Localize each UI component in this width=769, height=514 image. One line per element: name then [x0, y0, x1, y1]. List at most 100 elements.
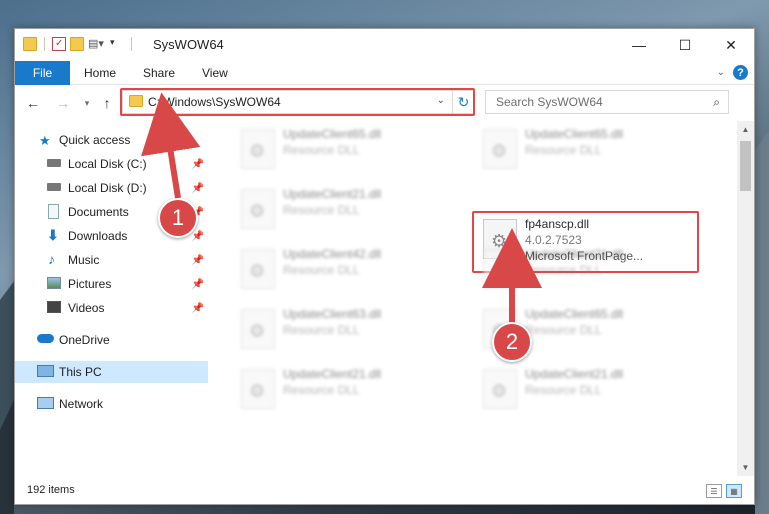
step-2-badge: 2 — [492, 322, 532, 362]
sidebar-item-network[interactable]: Network — [15, 393, 208, 415]
file-type: Resource DLL — [283, 203, 360, 217]
sidebar-item-label: Pictures — [68, 277, 112, 291]
pin-icon[interactable]: 📌 — [192, 279, 204, 290]
ribbon-right-controls: ⌄ ? — [717, 65, 748, 80]
dll-file-icon: ⚙ — [241, 369, 275, 409]
tab-share[interactable]: Share — [143, 61, 175, 85]
sidebar-item-quick-access[interactable]: ★ Quick access — [15, 129, 208, 151]
drive-icon — [47, 183, 61, 191]
scroll-down-icon[interactable]: ▼ — [737, 459, 754, 476]
tab-view[interactable]: View — [202, 61, 228, 85]
dropdown-arrow-icon[interactable]: ▾ — [110, 37, 124, 51]
tiles-view-icon[interactable]: ▦ — [726, 484, 742, 498]
sidebar-item-label: Network — [59, 397, 104, 411]
sidebar-item-label: Videos — [68, 301, 105, 315]
back-arrow-icon[interactable]: ← — [23, 93, 43, 113]
file-item[interactable]: ⚙ UpdateClient42.dll Resource DLL — [235, 245, 455, 295]
toolbar-separator-2 — [131, 37, 132, 51]
file-item[interactable]: ⚙ UpdateClient21.dll Resource DLL — [235, 365, 455, 415]
folder-icon[interactable] — [23, 37, 37, 51]
file-type: Resource DLL — [283, 323, 360, 337]
pin-icon[interactable]: 📌 — [192, 255, 204, 266]
dll-file-icon: ⚙ — [483, 249, 517, 289]
gear-icon: ⚙ — [249, 141, 266, 161]
gear-icon: ⚙ — [491, 261, 508, 281]
expand-ribbon-icon[interactable]: ⌄ — [717, 67, 725, 78]
sidebar-item-music[interactable]: ♪ Music 📌 — [15, 249, 208, 271]
file-name: UpdateClient21.dll — [283, 187, 382, 201]
properties-icon[interactable]: ✓ — [52, 37, 66, 51]
onedrive-icon — [37, 334, 54, 343]
sidebar-item-label: OneDrive — [59, 333, 110, 347]
file-name: UpdateClient65.dll — [525, 127, 624, 141]
customize-icon[interactable]: ▤▾ — [88, 37, 104, 51]
close-button[interactable]: ✕ — [708, 29, 754, 61]
file-item[interactable]: ⚙ UpdateClient21.dll Resource DLL — [477, 245, 697, 295]
view-buttons: ☰ ▦ — [706, 484, 742, 498]
sidebar-item-local-disk-d[interactable]: Local Disk (D:) 📌 — [15, 177, 208, 199]
gear-icon: ⚙ — [249, 201, 266, 221]
sidebar-item-local-disk-c[interactable]: Local Disk (C:) 📌 — [15, 153, 208, 175]
file-item[interactable]: ⚙ UpdateClient21.dll Resource DLL — [477, 365, 697, 415]
details-view-icon[interactable]: ☰ — [706, 484, 722, 498]
quick-access-toolbar: ✓ ▤▾ ▾ — [23, 37, 135, 51]
pictures-icon — [47, 277, 61, 289]
file-type: Resource DLL — [525, 143, 602, 157]
pin-icon[interactable]: 📌 — [192, 303, 204, 314]
dll-file-icon: ⚙ — [241, 249, 275, 289]
navigation-pane: ★ Quick access Local Disk (C:) 📌 Local D… — [15, 121, 208, 476]
vertical-scrollbar[interactable]: ▲ ▼ — [737, 121, 754, 476]
drive-icon — [47, 159, 61, 167]
ribbon-tabs: File Home Share View ⌄ ? — [15, 61, 754, 85]
file-name: UpdateClient21.dll — [525, 247, 624, 261]
search-icon[interactable]: ⌕ — [713, 95, 720, 110]
gear-icon: ⚙ — [491, 141, 508, 161]
sidebar-item-label: This PC — [59, 365, 102, 379]
network-icon — [37, 397, 54, 409]
dll-file-icon: ⚙ — [483, 129, 517, 169]
search-box[interactable]: Search SysWOW64 ⌕ — [485, 90, 729, 114]
file-item[interactable]: ⚙ UpdateClient63.dll Resource DLL — [235, 305, 455, 355]
help-icon[interactable]: ? — [733, 65, 748, 80]
pin-icon[interactable]: 📌 — [192, 231, 204, 242]
file-type: Resource DLL — [525, 383, 602, 397]
sidebar-item-onedrive[interactable]: OneDrive — [15, 329, 208, 351]
new-folder-icon[interactable] — [70, 37, 84, 51]
tab-home[interactable]: Home — [84, 61, 116, 85]
dll-file-icon: ⚙ — [241, 129, 275, 169]
sidebar-item-label: Local Disk (D:) — [68, 181, 147, 195]
sidebar-item-label: Quick access — [59, 133, 131, 147]
recent-locations-icon[interactable]: ▾ — [77, 93, 97, 113]
forward-arrow-icon[interactable]: → — [53, 93, 73, 113]
window-title: SysWOW64 — [153, 37, 224, 52]
scroll-up-icon[interactable]: ▲ — [737, 121, 754, 138]
file-name: UpdateClient21.dll — [283, 367, 382, 381]
downloads-icon: ⬇ — [47, 227, 59, 243]
pin-icon[interactable]: 📌 — [192, 183, 204, 194]
file-item[interactable]: ⚙ UpdateClient65.dll Resource DLL — [235, 125, 455, 175]
toolbar-separator — [44, 37, 45, 51]
pin-icon[interactable]: 📌 — [192, 159, 204, 170]
file-type: Resource DLL — [525, 323, 602, 337]
sidebar-item-videos[interactable]: Videos 📌 — [15, 297, 208, 319]
file-name: UpdateClient42.dll — [283, 247, 382, 261]
minimize-button[interactable]: — — [616, 29, 662, 61]
up-arrow-icon[interactable]: ↑ — [97, 93, 117, 113]
maximize-button[interactable]: ☐ — [662, 29, 708, 61]
search-input[interactable]: Search SysWOW64 — [496, 95, 603, 109]
videos-icon — [47, 301, 61, 313]
sidebar-item-this-pc[interactable]: This PC — [15, 361, 208, 383]
dll-file-icon: ⚙ — [241, 189, 275, 229]
gear-icon: ⚙ — [249, 321, 266, 341]
scrollbar-thumb[interactable] — [740, 141, 751, 191]
item-count: 192 items — [27, 484, 75, 496]
gear-icon: ⚙ — [249, 381, 266, 401]
file-item[interactable]: ⚙ UpdateClient65.dll Resource DLL — [477, 125, 697, 175]
sidebar-item-pictures[interactable]: Pictures 📌 — [15, 273, 208, 295]
window-controls: — ☐ ✕ — [616, 29, 754, 61]
file-name: UpdateClient63.dll — [283, 307, 382, 321]
file-item[interactable]: ⚙ UpdateClient21.dll Resource DLL — [235, 185, 455, 235]
tab-file[interactable]: File — [15, 61, 70, 85]
dll-file-icon: ⚙ — [483, 369, 517, 409]
file-type: Resource DLL — [283, 383, 360, 397]
